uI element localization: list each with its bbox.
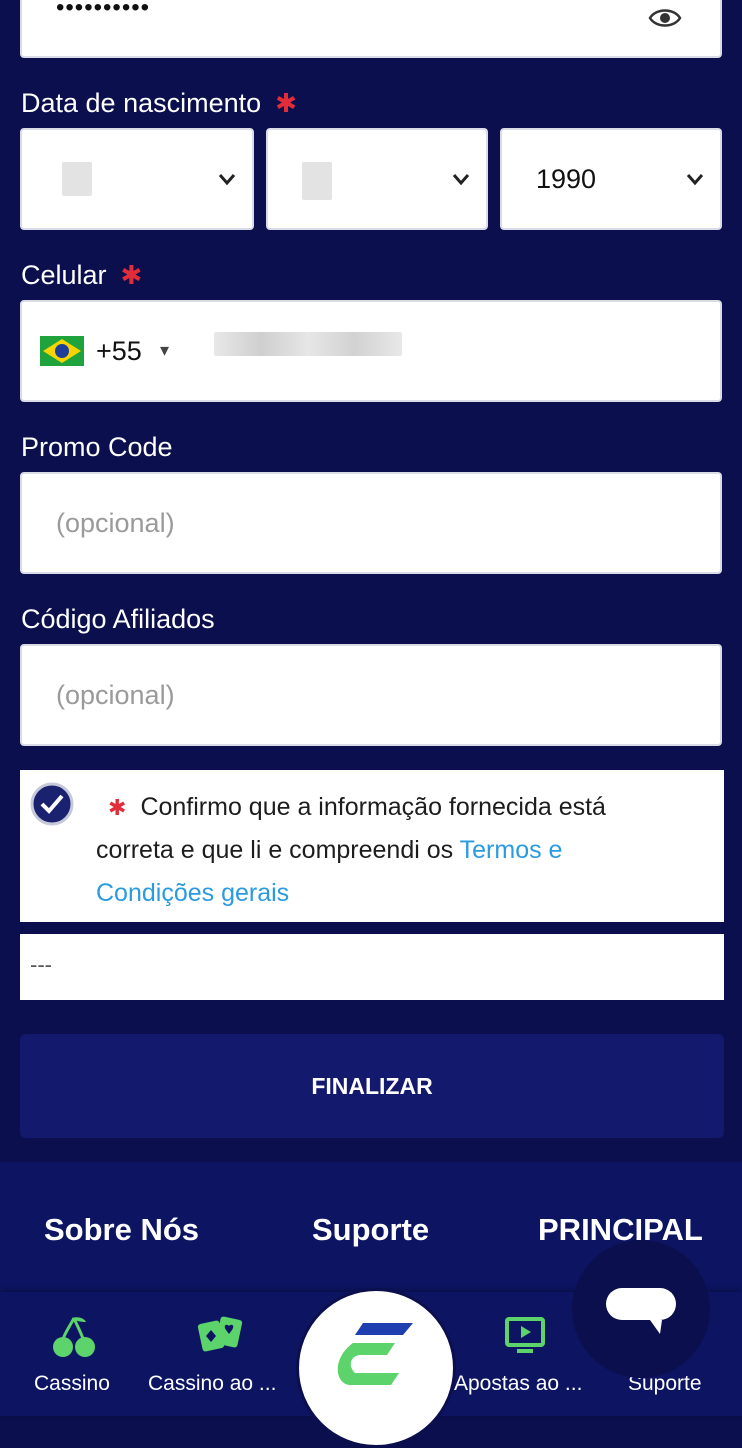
- terms-link-continued[interactable]: Condições gerais: [96, 879, 289, 907]
- tv-play-icon: [505, 1317, 545, 1353]
- terms-link[interactable]: Termos e: [460, 836, 563, 864]
- year-select[interactable]: 1990: [500, 128, 722, 230]
- birthdate-label: Data de nascimento ✱: [21, 88, 297, 118]
- year-value: 1990: [536, 164, 597, 194]
- cards-icon: [197, 1316, 243, 1352]
- nav-item-cassino-live[interactable]: Cassino ao ...: [146, 1306, 296, 1410]
- promo-placeholder: (opcional): [56, 508, 175, 538]
- month-select[interactable]: [266, 128, 488, 230]
- finalizar-button[interactable]: FINALIZAR: [20, 1034, 724, 1138]
- chevron-down-icon: [218, 174, 236, 186]
- brand-logo-button[interactable]: [296, 1288, 456, 1448]
- required-mark: ✱: [108, 795, 127, 820]
- promo-code-field[interactable]: (opcional): [20, 472, 722, 574]
- day-value-blurred: [62, 162, 92, 196]
- day-select[interactable]: [20, 128, 254, 230]
- brazil-flag-icon[interactable]: [40, 336, 84, 371]
- phone-label: Celular ✱: [21, 260, 143, 290]
- chevron-down-icon: [452, 174, 470, 186]
- brand-logo-icon: [337, 1323, 413, 1385]
- required-mark: ✱: [275, 88, 297, 118]
- phone-field[interactable]: +55 ▾: [20, 300, 722, 402]
- promo-label: Promo Code: [21, 432, 173, 462]
- confirm-text: ✱ Confirmo que a informação fornecida est…: [96, 793, 606, 907]
- password-value: ••••••••••: [56, 0, 151, 21]
- nav-label-cassino: Cassino: [34, 1372, 110, 1395]
- chevron-down-icon: [686, 174, 704, 186]
- chat-fab[interactable]: [572, 1240, 710, 1378]
- affiliate-placeholder: (opcional): [56, 680, 175, 710]
- caret-down-icon[interactable]: ▾: [160, 340, 169, 361]
- password-field[interactable]: ••••••••••: [20, 0, 722, 58]
- affiliate-code-field[interactable]: (opcional): [20, 644, 722, 746]
- country-code[interactable]: +55: [96, 336, 142, 367]
- required-mark: ✱: [120, 260, 143, 290]
- checkbox-checked[interactable]: [30, 782, 74, 831]
- chat-icon: [606, 1288, 676, 1334]
- eye-icon[interactable]: [648, 6, 682, 35]
- footer-link-about[interactable]: Sobre Nós: [44, 1212, 199, 1248]
- phone-number-blurred: [214, 332, 402, 356]
- captcha-field[interactable]: ---: [20, 934, 724, 1000]
- nav-label-apostas-live: Apostas ao ...: [454, 1372, 583, 1395]
- month-value-blurred: [302, 162, 332, 200]
- cherries-icon: [53, 1317, 95, 1357]
- nav-item-cassino[interactable]: Cassino: [28, 1306, 124, 1410]
- finalizar-label: FINALIZAR: [311, 1073, 433, 1099]
- confirm-box: ✱ Confirmo que a informação fornecida est…: [20, 770, 724, 922]
- captcha-value: ---: [30, 952, 52, 977]
- footer-link-support[interactable]: Suporte: [312, 1212, 429, 1248]
- nav-label-cassino-live: Cassino ao ...: [148, 1372, 277, 1395]
- affiliate-label: Código Afiliados: [21, 604, 215, 634]
